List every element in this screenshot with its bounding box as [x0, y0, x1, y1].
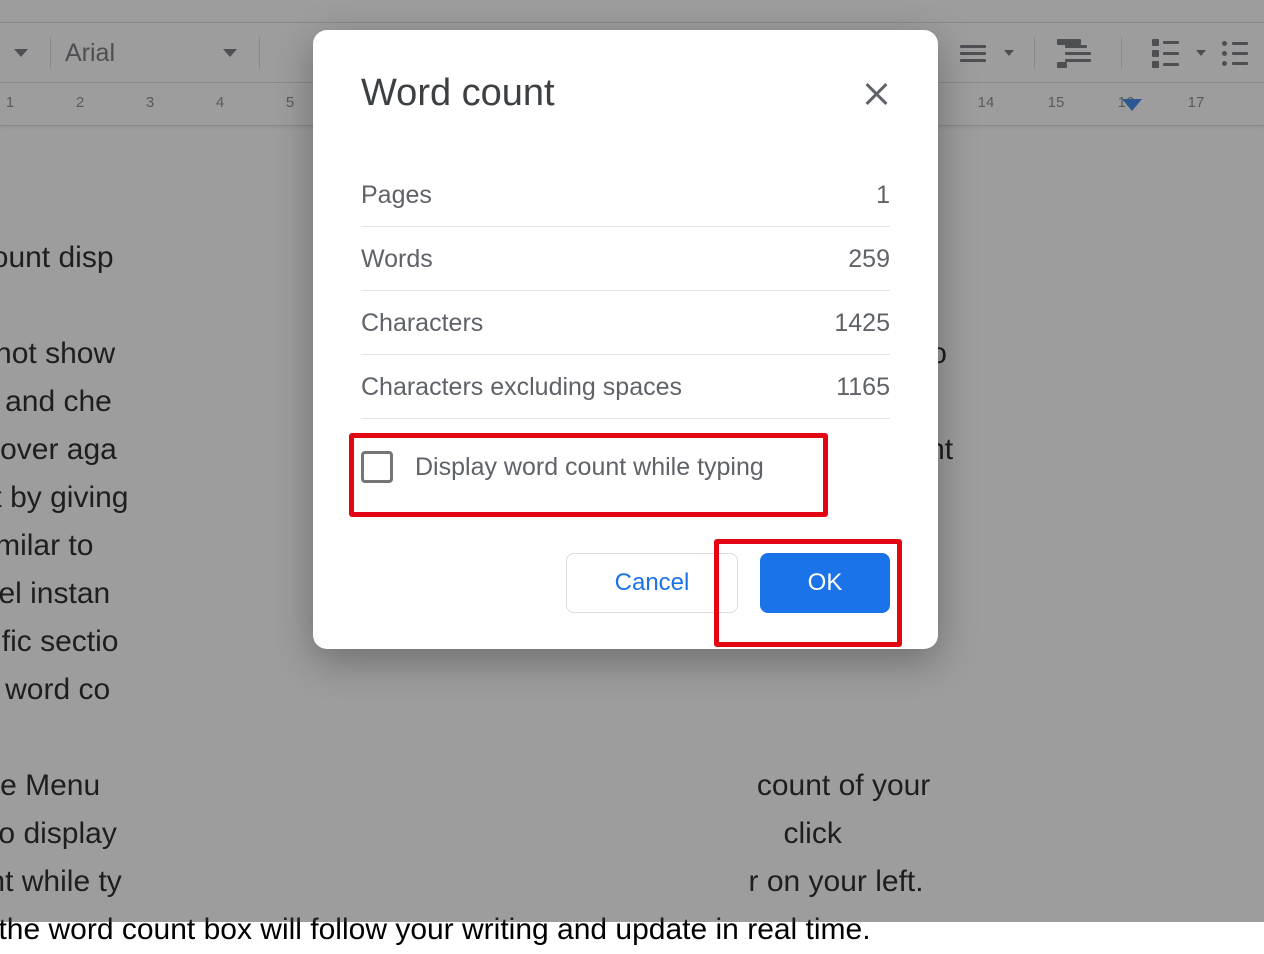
ok-button-label: OK	[808, 569, 843, 597]
stat-label: Characters excluding spaces	[361, 373, 682, 402]
stat-row-characters: Characters 1425	[361, 291, 890, 355]
stat-label: Words	[361, 245, 433, 274]
stat-label: Pages	[361, 181, 432, 210]
word-count-dialog: Word count Pages 1 Words 259 Characters …	[313, 30, 938, 649]
stat-row-characters-no-spaces: Characters excluding spaces 1165	[361, 355, 890, 419]
stat-label: Characters	[361, 309, 483, 338]
stat-value: 1165	[836, 373, 890, 402]
checkbox-label: Display word count while typing	[415, 453, 764, 482]
stat-value: 259	[848, 245, 890, 274]
cancel-button[interactable]: Cancel	[566, 553, 738, 613]
stat-value: 1425	[834, 309, 890, 338]
stat-row-pages: Pages 1	[361, 163, 890, 227]
ok-button[interactable]: OK	[760, 553, 890, 613]
display-while-typing-checkbox[interactable]	[361, 451, 393, 483]
stat-row-words: Words 259	[361, 227, 890, 291]
stat-value: 1	[876, 181, 890, 210]
dialog-title: Word count	[361, 72, 555, 115]
close-icon[interactable]	[862, 80, 890, 108]
cancel-button-label: Cancel	[615, 569, 690, 597]
